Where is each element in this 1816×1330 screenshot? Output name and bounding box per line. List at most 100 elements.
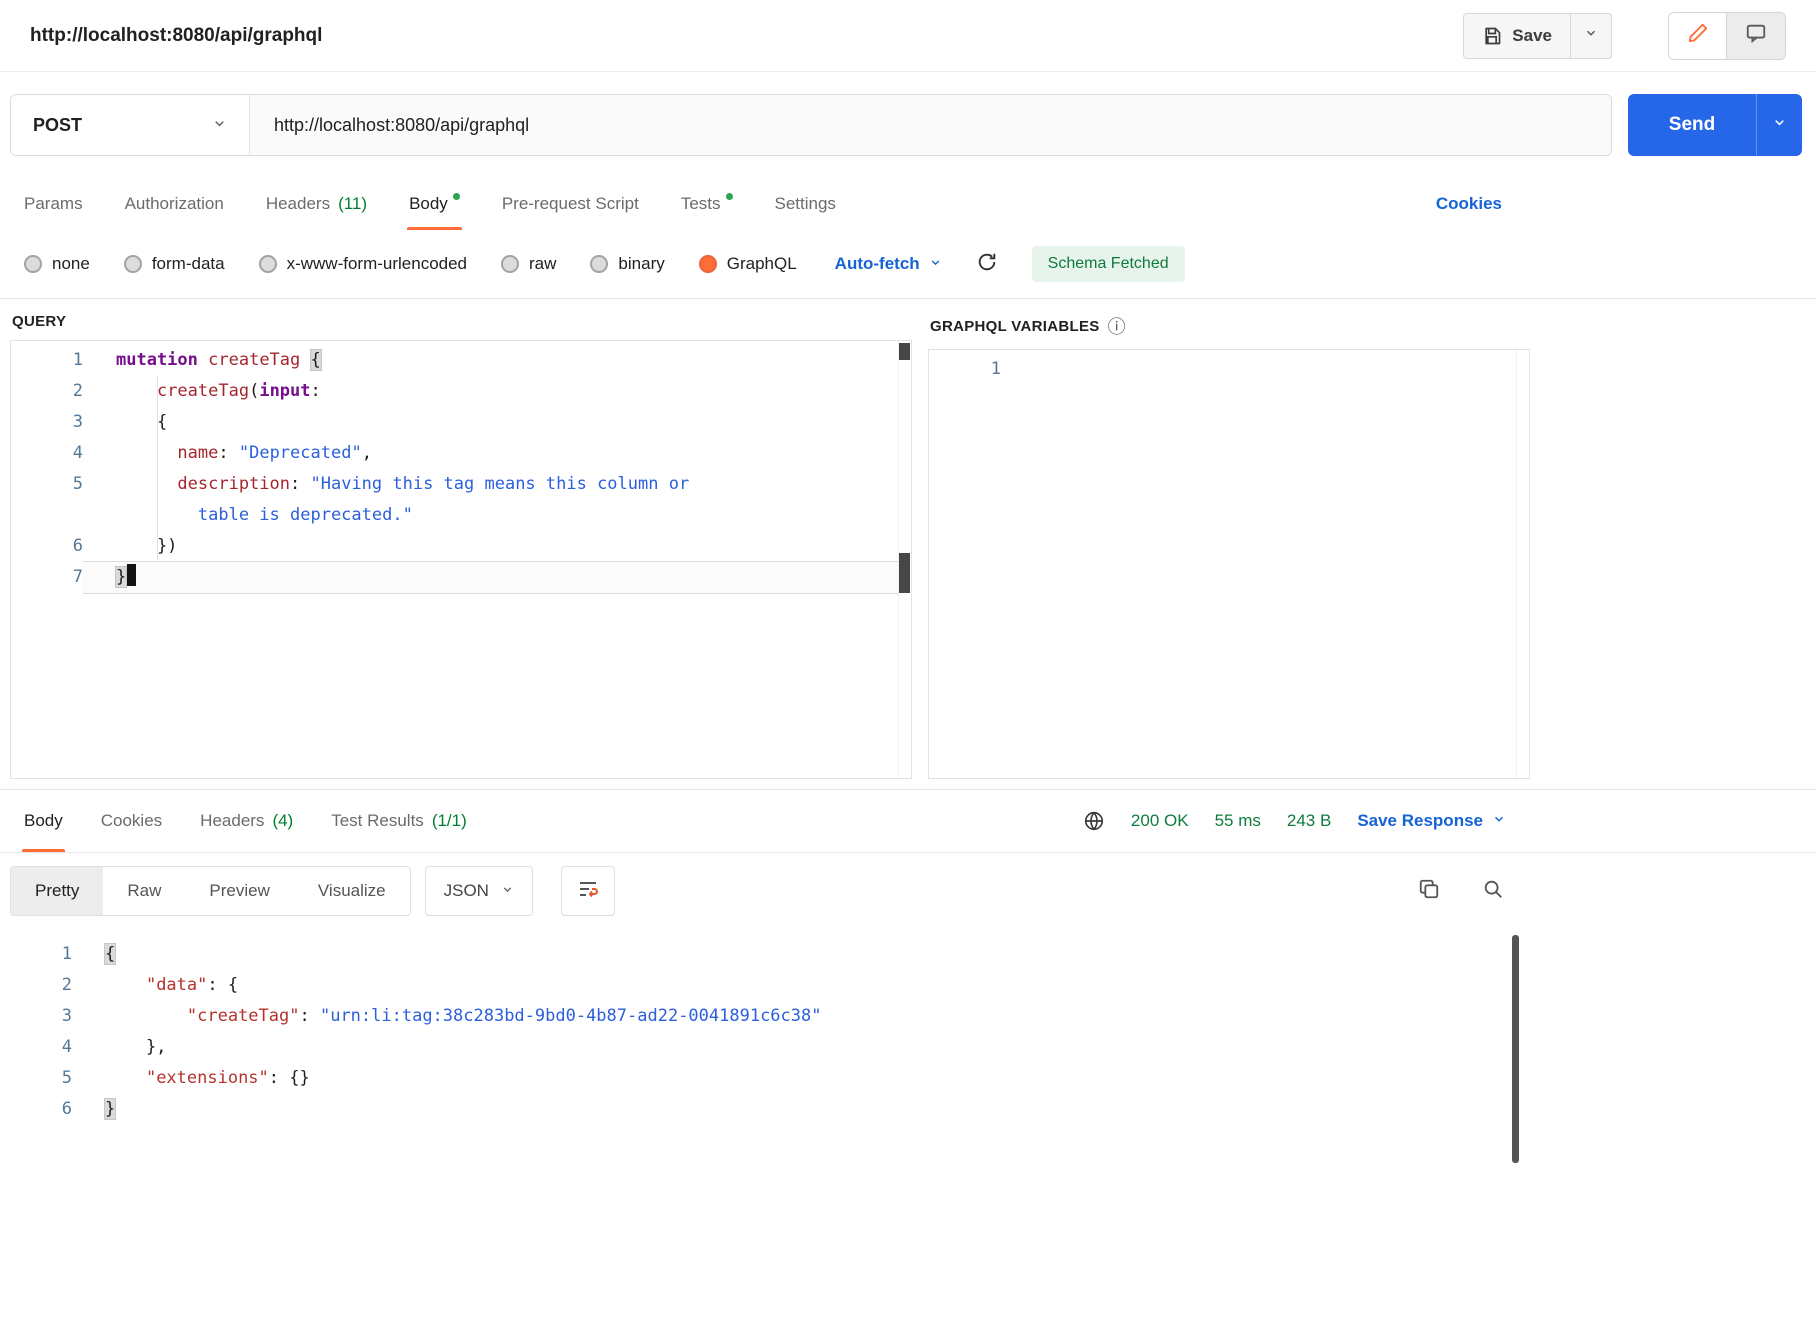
response-tab-cookies[interactable]: Cookies [101,790,162,852]
response-tabs: Body Cookies Headers(4) Test Results(1/1) 2… [0,790,1530,852]
code-line[interactable]: "extensions": {} [72,1063,1530,1094]
query-scrollbar[interactable] [898,341,911,778]
code-line[interactable]: { [72,939,1530,970]
line-number: 6 [0,1094,72,1125]
request-tabs: Params Authorization Headers(11) Body Pre-re… [0,178,1530,230]
line-number: 2 [11,376,83,407]
body-type-x-www-form-urlencoded[interactable]: x-www-form-urlencoded [259,254,467,274]
radio-icon [699,255,717,273]
code-line[interactable]: "data": { [72,970,1530,1001]
request-tab-tests[interactable]: Tests [681,178,733,230]
request-tab-pre-request-script[interactable]: Pre-request Script [502,178,639,230]
copy-icon [1418,878,1440,905]
save-icon [1482,26,1502,46]
cookies-link[interactable]: Cookies [1436,194,1502,214]
edit-button[interactable] [1669,13,1727,59]
save-response-button[interactable]: Save Response [1357,811,1506,831]
code-line[interactable]: }, [72,1032,1530,1063]
body-type-graphql[interactable]: GraphQL [699,254,797,274]
info-icon[interactable]: ⓘ [1108,313,1126,339]
code-line[interactable]: }) [83,531,911,562]
code-line[interactable]: { [83,407,911,438]
view-tab-preview[interactable]: Preview [185,867,293,915]
response-tab-test-results[interactable]: Test Results(1/1) [331,790,467,852]
response-time[interactable]: 55 ms [1215,811,1261,831]
radio-icon [590,255,608,273]
code-line[interactable]: "createTag": "urn:li:tag:38c283bd-9bd0-4… [72,1001,1530,1032]
method-label: POST [33,115,82,136]
line-number: 3 [11,407,83,438]
variables-editor[interactable]: 1 [928,349,1530,779]
view-tab-pretty[interactable]: Pretty [11,867,103,915]
send-button[interactable]: Send [1628,94,1756,156]
view-tab-raw[interactable]: Raw [103,867,185,915]
save-button[interactable]: Save [1464,14,1570,58]
body-type-row: none form-data x-www-form-urlencoded raw bin… [0,230,1530,298]
code-line[interactable]: createTag(input: [83,376,911,407]
variables-scrollbar[interactable] [1516,350,1529,778]
format-select[interactable]: JSON [425,866,533,916]
response-tab-headers[interactable]: Headers(4) [200,790,293,852]
code-line[interactable]: } [72,1094,1530,1125]
status-code[interactable]: 200 OK [1131,811,1189,831]
send-button-label: Send [1669,114,1715,136]
request-tab-body[interactable]: Body [409,178,460,230]
line-number: 7 [11,562,83,593]
request-tab-headers[interactable]: Headers(11) [266,178,367,230]
schema-status-badge: Schema Fetched [1032,246,1185,282]
response-view-tabs: PrettyRawPreviewVisualize [10,866,411,916]
save-options-button[interactable] [1571,14,1611,58]
refresh-icon [976,251,998,278]
url-control: POST [10,94,1612,156]
send-options-button[interactable] [1756,94,1802,156]
auto-fetch-dropdown[interactable]: Auto-fetch [835,254,942,274]
code-line[interactable]: description: "Having this tag means this… [83,469,911,500]
scrollbar-mark [899,553,910,593]
code-line[interactable]: } [83,562,911,593]
response-header: Body Cookies Headers(4) Test Results(1/1) 2… [0,790,1816,853]
response-scrollbar[interactable] [1512,935,1519,1163]
header-actions-group [1668,12,1786,60]
line-number: 1 [11,345,83,376]
body-type-binary[interactable]: binary [590,254,664,274]
search-response-button[interactable] [1482,878,1504,905]
body-type-none[interactable]: none [24,254,90,274]
chevron-down-icon [929,254,942,274]
request-tab-settings[interactable]: Settings [775,178,836,230]
radio-icon [24,255,42,273]
request-tab-authorization[interactable]: Authorization [125,178,224,230]
response-size[interactable]: 243 B [1287,811,1331,831]
code-line[interactable]: table is deprecated." [83,500,911,531]
chevron-down-icon [1584,26,1598,45]
response-body-viewer[interactable]: 1{2 "data": {3 "createTag": "urn:li:tag:… [0,929,1530,1329]
url-input[interactable] [249,95,1611,155]
globe-icon[interactable] [1083,810,1105,832]
line-number: 1 [929,354,1001,385]
code-line[interactable] [1001,354,1529,385]
query-editor[interactable]: 1mutation createTag {2 createTag(input:3… [10,340,912,779]
response-status-group: 200 OK 55 ms 243 B Save Response [1083,810,1506,832]
comment-button[interactable] [1727,13,1785,59]
code-line[interactable]: name: "Deprecated", [83,438,911,469]
body-type-raw[interactable]: raw [501,254,556,274]
query-code: 1mutation createTag {2 createTag(input:3… [11,345,911,593]
request-tab-params[interactable]: Params [24,178,83,230]
copy-response-button[interactable] [1418,878,1440,905]
line-number: 5 [0,1063,72,1094]
method-select[interactable]: POST [11,95,249,155]
text-caret [127,564,136,586]
unsaved-dot-icon [726,193,733,200]
line-number: 2 [0,970,72,1001]
body-type-form-data[interactable]: form-data [124,254,225,274]
wrap-lines-icon [576,877,600,906]
code-line[interactable]: mutation createTag { [83,345,911,376]
save-button-group[interactable]: Save [1463,13,1612,59]
wrap-lines-button[interactable] [561,866,615,916]
indent-guide [157,376,158,562]
line-number: 5 [11,469,83,500]
send-button-group: Send [1628,94,1802,156]
view-tab-visualize[interactable]: Visualize [294,867,410,915]
response-tab-body[interactable]: Body [24,790,63,852]
request-title: http://localhost:8080/api/graphql [30,25,322,47]
refresh-schema-button[interactable] [976,251,998,278]
